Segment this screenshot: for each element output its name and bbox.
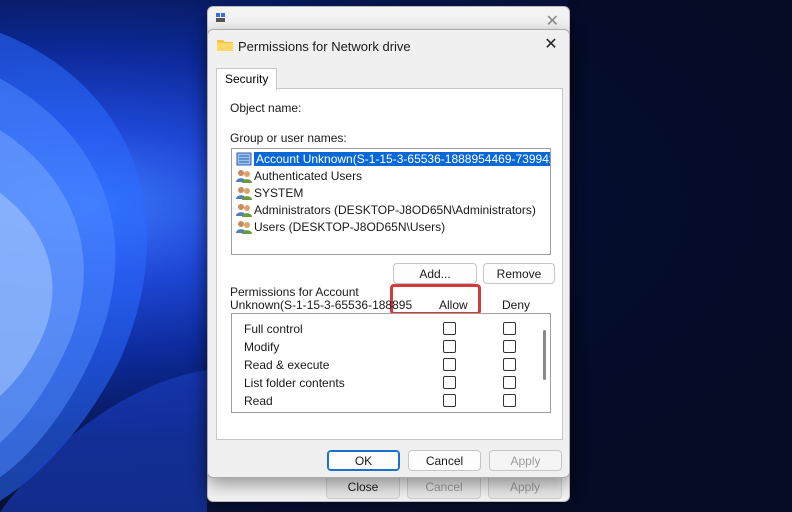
list-item-label: Authenticated Users bbox=[254, 169, 363, 183]
list-item[interactable]: Authenticated Users bbox=[236, 168, 362, 184]
ok-button[interactable]: OK bbox=[327, 450, 400, 471]
permissions-list[interactable]: Full control Modify Read & execute List … bbox=[231, 313, 551, 413]
table-row: Modify bbox=[232, 338, 532, 356]
list-item-label: Administrators (DESKTOP-J8OD65N\Administ… bbox=[254, 203, 536, 217]
table-row: List folder contents bbox=[232, 374, 532, 392]
deny-checkbox[interactable] bbox=[503, 322, 516, 335]
remove-button[interactable]: Remove bbox=[483, 263, 555, 284]
object-name-label: Object name: bbox=[230, 101, 302, 115]
add-button[interactable]: Add... bbox=[393, 263, 477, 284]
allow-checkbox[interactable] bbox=[443, 376, 456, 389]
table-row: Full control bbox=[232, 320, 532, 338]
allow-checkbox[interactable] bbox=[443, 394, 456, 407]
security-tab-panel: Object name: Group or user names: Accoun… bbox=[216, 88, 563, 440]
users-group-icon bbox=[236, 187, 252, 200]
cancel-button[interactable]: Cancel bbox=[408, 450, 481, 471]
background-apply-button[interactable]: Apply bbox=[488, 475, 562, 499]
close-button[interactable]: Close bbox=[326, 475, 400, 499]
tab-security[interactable]: Security bbox=[216, 68, 278, 90]
permissions-label: Permissions for Account bbox=[230, 285, 359, 299]
allow-checkbox[interactable] bbox=[443, 322, 456, 335]
list-item[interactable]: SYSTEM bbox=[236, 185, 303, 201]
permission-name: Read bbox=[244, 394, 273, 408]
list-item[interactable]: Account Unknown(S-1-15-3-65536-188895446… bbox=[236, 151, 550, 167]
deny-column-header: Deny bbox=[502, 298, 531, 312]
group-or-user-names-list[interactable]: Account Unknown(S-1-15-3-65536-188895446… bbox=[231, 148, 551, 255]
allow-checkbox[interactable] bbox=[443, 358, 456, 371]
permission-name: Full control bbox=[244, 322, 303, 336]
dialog-title: Permissions for Network drive bbox=[238, 39, 411, 54]
users-group-icon bbox=[236, 204, 252, 217]
users-group-icon bbox=[236, 170, 252, 183]
table-row: Read & execute bbox=[232, 356, 532, 374]
deny-checkbox[interactable] bbox=[503, 376, 516, 389]
permission-name: Modify bbox=[244, 340, 280, 354]
close-icon[interactable]: ✕ bbox=[541, 35, 561, 55]
folder-icon bbox=[217, 40, 233, 51]
app-icon bbox=[216, 13, 225, 22]
title-bar: Permissions for Network drive ✕ bbox=[208, 30, 569, 60]
permission-name: Read & execute bbox=[244, 358, 330, 372]
permissions-label-account: Unknown(S-1-15-3-65536-188895 bbox=[230, 298, 413, 312]
deny-checkbox[interactable] bbox=[503, 394, 516, 407]
deny-checkbox[interactable] bbox=[503, 340, 516, 353]
scrollbar[interactable] bbox=[543, 330, 546, 380]
group-or-user-names-label: Group or user names: bbox=[230, 131, 347, 145]
table-row: Read bbox=[232, 392, 532, 410]
allow-checkbox[interactable] bbox=[443, 340, 456, 353]
permissions-dialog: Permissions for Network drive ✕ Security… bbox=[207, 29, 570, 478]
unknown-account-icon bbox=[236, 152, 252, 166]
list-item-label: Account Unknown(S-1-15-3-65536-188895446… bbox=[254, 152, 550, 166]
list-item-label: SYSTEM bbox=[254, 186, 304, 200]
list-item[interactable]: Users (DESKTOP-J8OD65N\Users) bbox=[236, 219, 445, 235]
list-item[interactable]: Administrators (DESKTOP-J8OD65N\Administ… bbox=[236, 202, 536, 218]
list-item-label: Users (DESKTOP-J8OD65N\Users) bbox=[254, 220, 446, 234]
close-icon[interactable]: ✕ bbox=[546, 11, 559, 31]
background-cancel-button[interactable]: Cancel bbox=[407, 475, 481, 499]
permission-name: List folder contents bbox=[244, 376, 345, 390]
apply-button[interactable]: Apply bbox=[489, 450, 562, 471]
users-group-icon bbox=[236, 221, 252, 234]
deny-checkbox[interactable] bbox=[503, 358, 516, 371]
allow-column-header: Allow bbox=[439, 298, 468, 312]
